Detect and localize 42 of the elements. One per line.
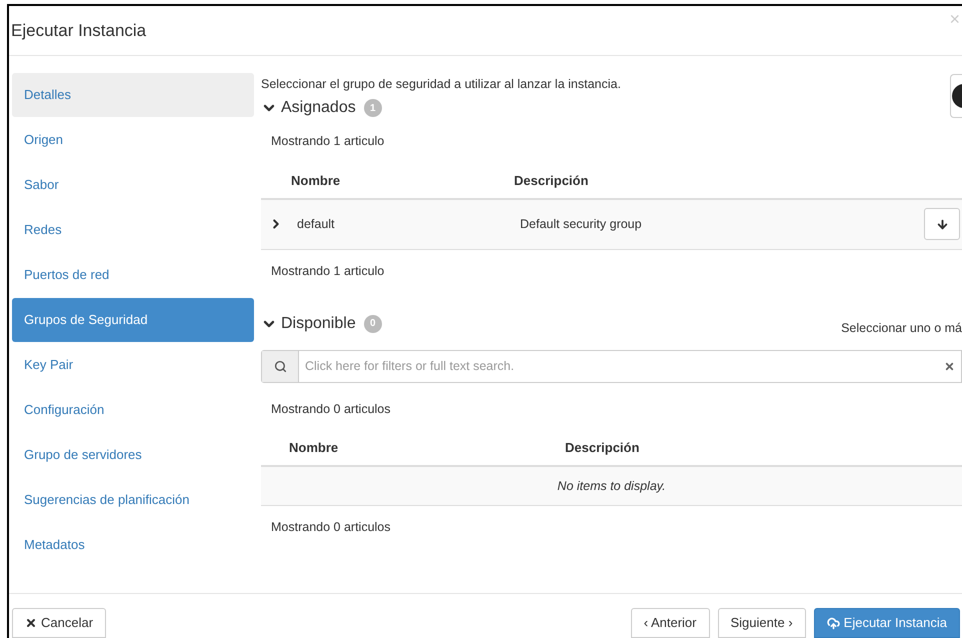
sidebar-item[interactable]: Grupos de Seguridad (12, 298, 254, 342)
table-cell-text: default (297, 216, 336, 233)
intro-text: Seleccionar el grupo de seguridad a utilizar al lanzar la instancia. (261, 76, 621, 93)
cloud-upload-icon (826, 616, 840, 630)
arrow-down-icon (936, 218, 948, 231)
sidebar-item[interactable]: Sabor (12, 163, 254, 207)
sidebar-item[interactable]: Sugerencias de planificación (12, 478, 254, 522)
search-icon (274, 360, 286, 374)
sidebar-item[interactable]: Detalles (12, 73, 254, 117)
nav-button[interactable]: ‹ Anterior (630, 608, 710, 638)
column-header: Descripción (514, 172, 588, 190)
table-cell-text: Default security group (520, 216, 642, 233)
search-field[interactable]: Click here for filters or full text search. (261, 350, 962, 384)
section-hint: Seleccionar uno o má (841, 320, 962, 336)
sidebar-item[interactable]: Grupo de servidores (12, 433, 254, 477)
window-title: Ejecutar Instancia (11, 20, 146, 42)
sidebar-item[interactable]: Origen (12, 118, 254, 162)
column-header: Descripción (565, 439, 640, 458)
count-badge: 0 (364, 314, 382, 333)
column-header: Nombre (291, 172, 342, 190)
close-icon (25, 617, 37, 629)
empty-message: No items to display. (557, 478, 666, 495)
move-down-button[interactable] (924, 208, 960, 240)
cancel-button[interactable]: Cancelar (12, 608, 106, 638)
sidebar-item[interactable]: Redes (12, 208, 254, 252)
column-header: Nombre (289, 439, 340, 458)
search-input[interactable]: Click here for filters or full text search. (299, 357, 944, 376)
sidebar-item[interactable]: Key Pair (12, 343, 254, 387)
sidebar-item[interactable]: Metadatos (12, 523, 254, 567)
item-count: Mostrando 0 articulos (270, 519, 392, 536)
nav-button[interactable]: Siguiente › (718, 608, 806, 638)
item-count: Mostrando 1 articulo (270, 133, 386, 150)
item-count: Mostrando 1 articulo (270, 262, 386, 280)
section-title: Disponible (281, 314, 356, 334)
clear-icon[interactable] (944, 361, 955, 372)
launch-button[interactable]: Ejecutar Instancia (814, 608, 960, 638)
sidebar-item[interactable]: Configuración (12, 388, 254, 432)
section-title: Asignados (281, 98, 356, 118)
table-row[interactable]: default Default security group (261, 200, 962, 250)
item-count: Mostrando 0 articulos (270, 401, 392, 418)
count-badge: 1 (364, 99, 382, 117)
sidebar-item[interactable]: Puertos de red (12, 253, 254, 297)
